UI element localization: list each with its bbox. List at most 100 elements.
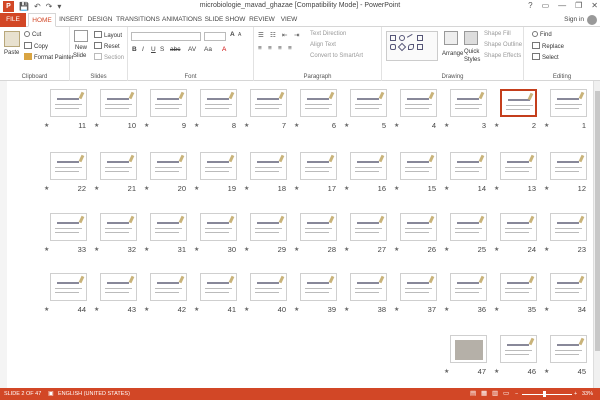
align-left-icon[interactable]: ≡ [258,45,262,52]
transition-star-icon[interactable]: ★ [244,246,249,253]
slide-sorter-icon[interactable]: ▦ [481,388,487,400]
brace-shape-icon[interactable] [417,44,423,50]
layout-button[interactable]: Layout [94,31,122,39]
normal-view-icon[interactable]: ▤ [470,388,476,400]
transition-star-icon[interactable]: ★ [244,306,249,313]
new-slide-dropdown[interactable]: Slide [73,53,86,59]
slide-thumbnail[interactable] [150,89,187,117]
reading-view-icon[interactable]: ▥ [492,388,498,400]
zoom-slider-knob[interactable] [543,391,546,397]
slide-thumbnail[interactable] [550,89,587,117]
slide-thumbnail[interactable] [150,273,187,301]
tab-transitions[interactable]: TRANSITIONS [116,13,160,27]
transition-star-icon[interactable]: ★ [94,306,99,313]
slide-thumbnail[interactable] [350,152,387,180]
language-indicator[interactable]: ENGLISH (UNITED STATES) [58,388,130,400]
zoom-out-button[interactable]: − [515,388,518,400]
arc-shape-icon[interactable] [408,44,414,50]
cut-button[interactable]: Cut [24,31,41,38]
ribbon-display-icon[interactable]: ▭ [542,0,550,12]
transition-star-icon[interactable]: ★ [144,246,149,253]
underline-icon[interactable]: U [151,46,156,53]
slide-thumbnail[interactable] [400,213,437,241]
copy-button[interactable]: Copy [24,42,48,50]
transition-star-icon[interactable]: ★ [544,368,549,375]
transition-star-icon[interactable]: ★ [494,368,499,375]
slide-thumbnail[interactable] [300,213,337,241]
paste-button[interactable]: Paste [4,50,19,56]
tab-home[interactable]: HOME [28,13,56,27]
transition-star-icon[interactable]: ★ [544,185,549,192]
shape-fill-button[interactable]: Shape Fill [484,31,511,37]
transition-star-icon[interactable]: ★ [344,122,349,129]
restore-icon[interactable]: ❐ [575,0,582,12]
shrink-font-icon[interactable]: A [238,32,241,38]
transition-star-icon[interactable]: ★ [444,185,449,192]
slide-thumbnail[interactable] [250,273,287,301]
font-name-combobox[interactable] [131,32,201,41]
transition-star-icon[interactable]: ★ [344,185,349,192]
align-right-icon[interactable]: ≡ [278,45,282,52]
transition-star-icon[interactable]: ★ [344,246,349,253]
font-size-combobox[interactable] [204,32,226,41]
quick-styles-button[interactable]: Quick [464,49,479,55]
sign-in-link[interactable]: Sign in [564,13,584,27]
transition-star-icon[interactable]: ★ [494,122,499,129]
bold-icon[interactable]: B [132,46,137,53]
slide-thumbnail[interactable] [100,89,137,117]
slide-thumbnail[interactable] [550,213,587,241]
transition-star-icon[interactable]: ★ [44,122,49,129]
slide-thumbnail[interactable] [450,273,487,301]
transition-star-icon[interactable]: ★ [494,306,499,313]
vertical-scrollbar[interactable] [593,81,600,388]
transition-star-icon[interactable]: ★ [294,122,299,129]
rectangle-shape-icon[interactable] [390,35,396,41]
character-spacing-icon[interactable]: AV [188,46,196,53]
transition-star-icon[interactable]: ★ [144,185,149,192]
diamond-shape-icon[interactable] [397,42,407,52]
transition-star-icon[interactable]: ★ [144,122,149,129]
quick-styles-dropdown[interactable]: Styles [464,57,480,63]
slide-thumbnail[interactable] [500,335,537,363]
convert-smartart-button[interactable]: Convert to SmartArt [310,53,363,59]
slide-thumbnail[interactable] [400,273,437,301]
slide-thumbnail[interactable] [500,213,537,241]
transition-star-icon[interactable]: ★ [294,306,299,313]
slide-thumbnail[interactable] [450,213,487,241]
section-button[interactable]: Section [94,53,124,61]
slide-thumbnail[interactable] [450,89,487,117]
slide-thumbnail[interactable] [50,273,87,301]
replace-button[interactable]: Replace [532,42,564,50]
shadow-icon[interactable]: S [160,46,164,53]
transition-star-icon[interactable]: ★ [394,246,399,253]
increase-indent-icon[interactable]: ⇥ [294,31,299,39]
slide-thumbnail[interactable] [500,152,537,180]
slide-thumbnail[interactable] [500,89,537,117]
align-center-icon[interactable]: ≡ [268,45,272,52]
numbering-icon[interactable]: ☷ [270,31,276,39]
avatar[interactable] [587,15,597,25]
slide-thumbnail[interactable] [350,89,387,117]
transition-star-icon[interactable]: ★ [94,185,99,192]
transition-star-icon[interactable]: ★ [394,122,399,129]
slide-thumbnail[interactable] [550,335,587,363]
slide-thumbnail[interactable] [250,152,287,180]
transition-star-icon[interactable]: ★ [494,185,499,192]
align-text-button[interactable]: Align Text [310,42,336,48]
slide-thumbnail[interactable] [50,89,87,117]
zoom-slider[interactable] [522,394,572,395]
transition-star-icon[interactable]: ★ [444,368,449,375]
decrease-indent-icon[interactable]: ⇤ [282,31,287,39]
transition-star-icon[interactable]: ★ [544,246,549,253]
transition-star-icon[interactable]: ★ [294,246,299,253]
transition-star-icon[interactable]: ★ [494,246,499,253]
zoom-in-button[interactable]: + [574,388,577,400]
slide-thumbnail[interactable] [350,273,387,301]
slideshow-view-icon[interactable]: ▭ [503,388,509,400]
oval-shape-icon[interactable] [399,35,405,41]
slide-thumbnail[interactable] [100,152,137,180]
transition-star-icon[interactable]: ★ [244,185,249,192]
change-case-icon[interactable]: Aa [204,46,212,53]
transition-star-icon[interactable]: ★ [44,185,49,192]
slide-thumbnail[interactable] [400,152,437,180]
